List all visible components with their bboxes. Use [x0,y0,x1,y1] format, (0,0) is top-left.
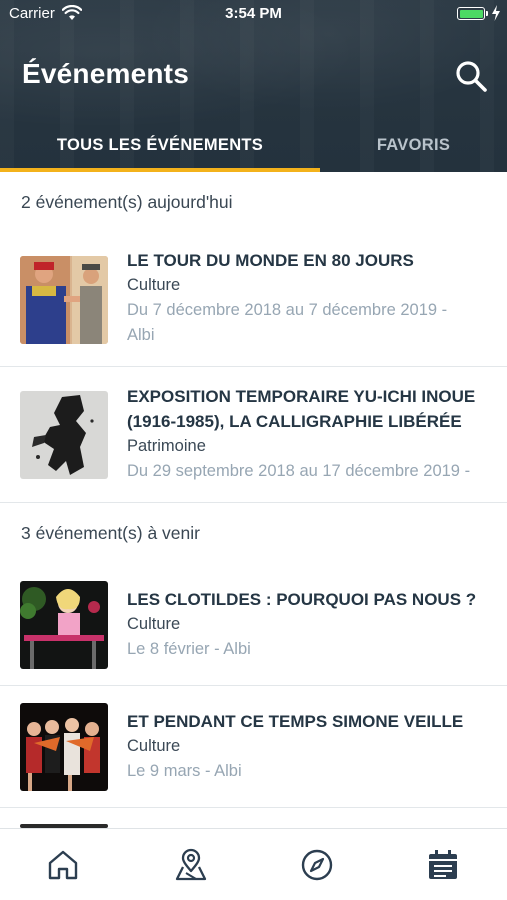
tab-favorites[interactable]: FAVORIS [320,118,507,172]
event-category: Patrimoine [127,437,206,455]
bottom-tab-bar [0,828,507,900]
event-thumbnail [20,256,108,344]
explore-tab[interactable] [297,845,337,885]
list-item[interactable]: LES CLOTILDES : POURQUOI PAS NOUS ? Cult… [0,560,507,686]
event-date: Du 29 septembre 2018 au 17 décembre 2019… [127,462,471,480]
map-tab[interactable] [171,845,211,885]
event-text: LES CLOTILDES : POURQUOI PAS NOUS ? Cult… [127,587,493,662]
list-item[interactable]: ET PENDANT CE TEMPS SIMONE VEILLE Cultur… [0,686,507,808]
event-text: EXPOSITION TEMPORAIRE YU-ICHI INOUE (191… [127,384,493,484]
list-item[interactable]: EXPOSITION TEMPORAIRE YU-ICHI INOUE (191… [0,367,507,503]
events-list[interactable]: 2 événement(s) aujourd'hui LE TOUR DU MO… [0,172,507,828]
event-title: EXPOSITION TEMPORAIRE YU-ICHI INOUE [127,387,476,406]
status-bar: Carrier 3:54 PM [0,0,507,28]
battery-tip [486,11,488,16]
page-title: Événements [22,58,189,89]
event-text: ET PENDANT CE TEMPS SIMONE VEILLE Cultur… [127,709,493,784]
app-header: Carrier 3:54 PM Événements TOUS LES ÉVÉN… [0,0,507,172]
event-title: ET PENDANT CE TEMPS SIMONE VEILLE [127,712,464,731]
battery-icon [457,7,485,20]
event-date: Du 7 décembre 2018 au 7 décembre 2019 - [127,301,448,319]
home-tab[interactable] [43,845,83,885]
event-category: Culture [127,615,181,633]
event-thumbnail [20,703,108,791]
tab-bar-top: TOUS LES ÉVÉNEMENTS FAVORIS [0,118,507,172]
event-date: Le 8 février - Albi [127,640,251,658]
tab-all-events[interactable]: TOUS LES ÉVÉNEMENTS [0,118,320,172]
compass-icon [301,849,333,881]
event-text: LE TOUR DU MONDE EN 80 JOURS Culture Du … [127,248,493,348]
event-category: Culture [127,737,181,755]
event-date: Le 9 mars - Albi [127,762,242,780]
event-location: Albi [127,326,155,344]
clock: 3:54 PM [225,5,282,22]
search-icon[interactable] [453,58,489,94]
charging-bolt-icon [492,5,500,21]
home-icon [48,850,78,880]
section-header-today: 2 événement(s) aujourd'hui [21,192,233,212]
event-thumbnail [20,581,108,669]
section-header-upcoming: 3 événement(s) à venir [21,523,200,543]
event-title: LE TOUR DU MONDE EN 80 JOURS [127,251,414,270]
map-pin-icon [175,848,207,881]
event-title: LES CLOTILDES : POURQUOI PAS NOUS ? [127,590,477,609]
list-item[interactable]: LE TOUR DU MONDE EN 80 JOURS Culture Du … [0,230,507,367]
event-thumbnail [20,391,108,479]
calendar-icon [429,850,457,879]
events-tab[interactable] [423,845,463,885]
event-category: Culture [127,276,181,294]
event-title-continued: (1916-1985), LA CALLIGRAPHIE LIBÉRÉE [127,412,462,431]
